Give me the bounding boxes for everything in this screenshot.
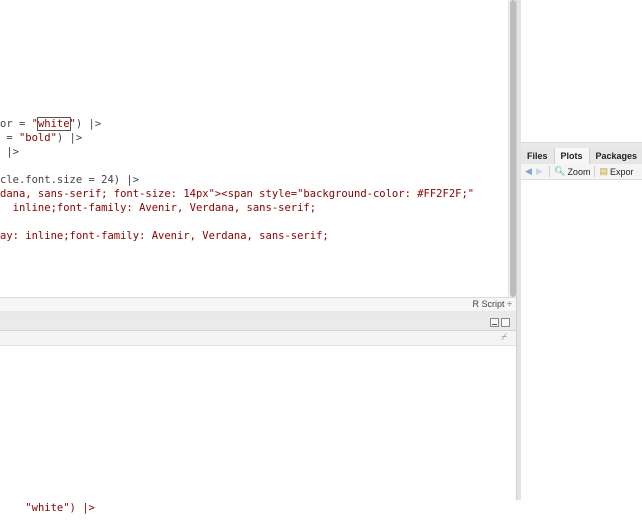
arrow-left-icon[interactable]: ◀ — [525, 167, 534, 176]
code-line: inline;font-family: Avenir, Verdana, san… — [0, 201, 316, 215]
console-last-line: "white") |> — [25, 502, 95, 514]
code-token: ) |> — [56, 132, 83, 144]
code-token: ay: inline;font-family: Avenir, Verdana,… — [0, 230, 329, 242]
code-line: = "bold") |> — [0, 131, 82, 145]
export-button[interactable]: Expor — [610, 167, 634, 177]
minimize-icon[interactable] — [490, 318, 499, 327]
toolbar-separator — [594, 166, 596, 177]
tab-plots[interactable]: Plots — [554, 148, 590, 164]
export-icon: ▤ — [599, 166, 608, 176]
code-token: white — [36, 117, 71, 131]
file-type-selector[interactable]: R Script ÷ — [473, 299, 512, 309]
code-token: ) |> — [75, 118, 102, 130]
console-header — [0, 316, 516, 331]
code-token: "bold" — [18, 132, 57, 144]
code-line: |> — [0, 145, 19, 159]
code-line: or = "white") |> — [0, 117, 101, 131]
plot-viewer — [521, 180, 642, 500]
code-line: dana, sans-serif; font-size: 14px"><span… — [0, 187, 474, 201]
maximize-icon[interactable] — [501, 318, 510, 327]
code-token: or = — [0, 118, 32, 130]
tab-files[interactable]: Files — [521, 148, 555, 164]
toolbar-separator — [549, 166, 550, 177]
plots-toolbar: ◀ ▶ 🔍︎ Zoom ▤ Expor — [521, 164, 642, 180]
broom-icon[interactable]: ⌿ — [498, 332, 510, 344]
console-pane-buttons — [490, 318, 510, 327]
environment-pane — [521, 0, 642, 143]
magnifier-icon: 🔍︎ — [554, 166, 566, 176]
code-token: cle.font.size = 24) |> — [0, 174, 140, 186]
code-token: = — [0, 132, 19, 144]
code-token: " — [31, 118, 38, 130]
right-pane-tabs: Files Plots Packages H — [521, 148, 642, 165]
zoom-button[interactable]: Zoom — [567, 167, 590, 177]
code-line: ay: inline;font-family: Avenir, Verdana,… — [0, 229, 329, 243]
code-token: dana, sans-serif; font-size: 14px"><span… — [0, 188, 475, 200]
code-token: inline;font-family: Avenir, Verdana, san… — [0, 202, 317, 214]
tab-packages[interactable]: Packages — [590, 148, 642, 164]
source-editor[interactable]: or = "white") |> = "bold") |> |> cle.fon… — [0, 0, 508, 297]
code-token: |> — [0, 146, 19, 158]
console[interactable]: "white") |> — [0, 346, 516, 514]
arrow-right-icon[interactable]: ▶ — [536, 167, 545, 176]
console-toolbar: ⌿ — [0, 331, 516, 346]
code-line: cle.font.size = 24) |> — [0, 173, 139, 187]
